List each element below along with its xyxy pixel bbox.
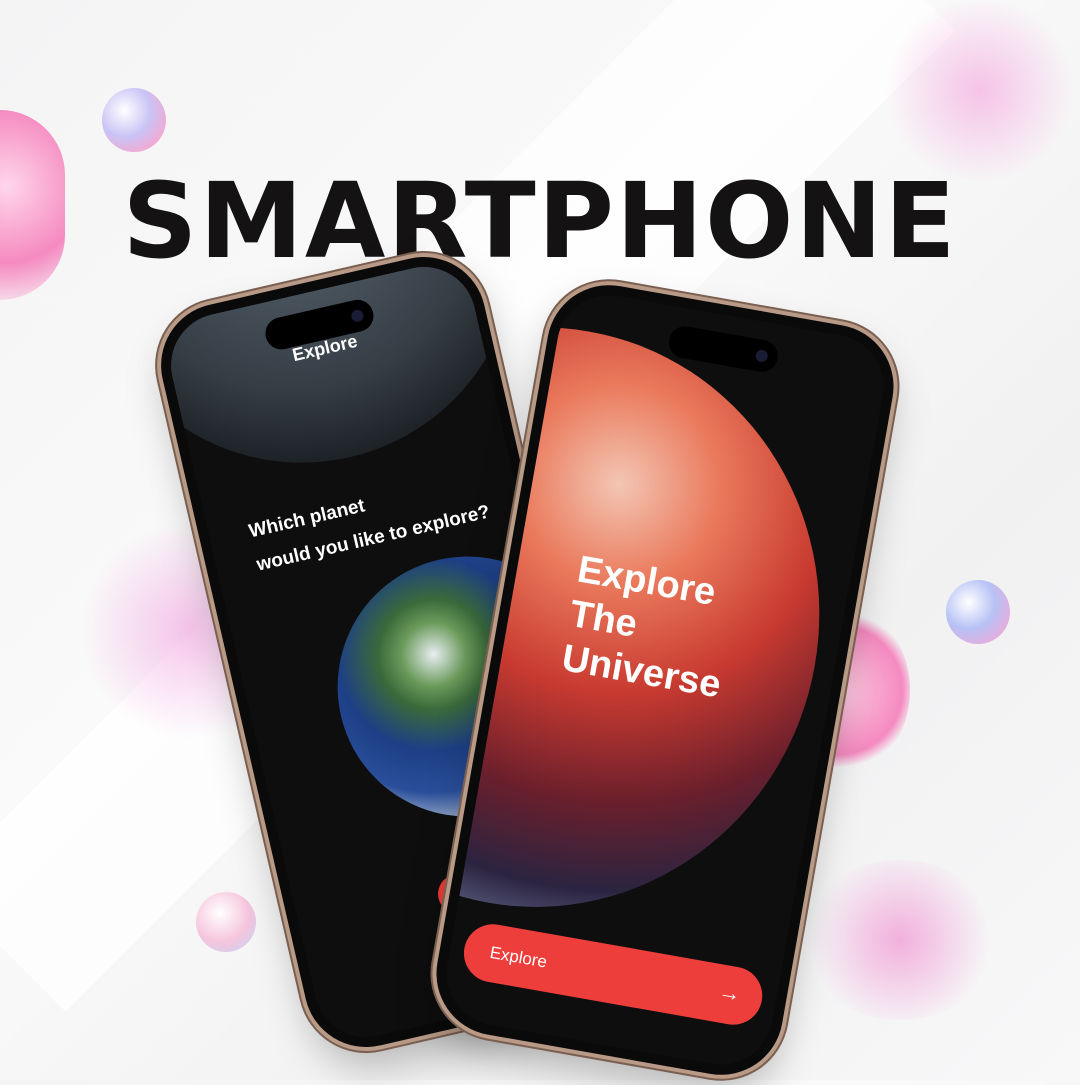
- decorative-orb: [800, 860, 1000, 1020]
- camera-icon: [350, 308, 365, 324]
- decorative-orb: [880, 0, 1080, 180]
- arrow-right-icon: →: [716, 978, 743, 1007]
- headline: SMARTPHONE: [122, 160, 958, 282]
- camera-icon: [754, 348, 769, 363]
- explore-button[interactable]: Explore →: [459, 919, 767, 1030]
- decorative-orb: [196, 892, 256, 952]
- explore-button-label: Explore: [488, 942, 549, 972]
- decorative-orb: [102, 88, 166, 152]
- decorative-orb: [946, 580, 1010, 644]
